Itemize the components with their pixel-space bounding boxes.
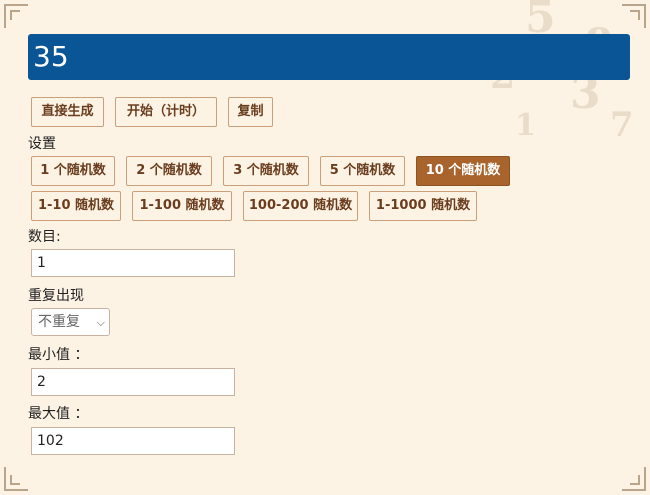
- corner-ornament-bottom-left: [4, 467, 28, 491]
- min-label: 最小值 ：: [28, 347, 89, 363]
- repeat-select[interactable]: 不重复 ⌵: [31, 308, 110, 336]
- start-timed-button[interactable]: 开始（计时）: [115, 97, 217, 127]
- min-input[interactable]: 2: [31, 368, 235, 396]
- corner-ornament-bottom-right: [622, 467, 646, 491]
- preset-count-3[interactable]: 3 个随机数: [223, 156, 309, 186]
- result-display: 35: [28, 34, 630, 80]
- preset-range-1-10[interactable]: 1-10 随机数: [31, 191, 121, 221]
- copy-button[interactable]: 复制: [228, 97, 273, 127]
- corner-ornament-top-left: [4, 4, 28, 28]
- count-label: 数目:: [28, 229, 61, 245]
- preset-count-1[interactable]: 1 个随机数: [31, 156, 115, 186]
- max-label: 最大值 ：: [28, 406, 89, 422]
- preset-range-100-200[interactable]: 100-200 随机数: [243, 191, 358, 221]
- settings-title: 设置: [28, 136, 56, 152]
- corner-ornament-top-right: [622, 4, 646, 28]
- repeat-select-value: 不重复: [38, 314, 80, 330]
- preset-count-5[interactable]: 5 个随机数: [320, 156, 405, 186]
- count-input[interactable]: 1: [31, 249, 235, 277]
- chevron-down-icon: ⌵: [96, 316, 105, 329]
- preset-count-10[interactable]: 10 个随机数: [416, 156, 510, 186]
- generate-button[interactable]: 直接生成: [31, 97, 104, 127]
- repeat-label: 重复出现: [28, 288, 84, 304]
- preset-range-1-100[interactable]: 1-100 随机数: [132, 191, 232, 221]
- preset-count-2[interactable]: 2 个随机数: [126, 156, 212, 186]
- max-input[interactable]: 102: [31, 427, 235, 455]
- preset-range-1-1000[interactable]: 1-1000 随机数: [369, 191, 477, 221]
